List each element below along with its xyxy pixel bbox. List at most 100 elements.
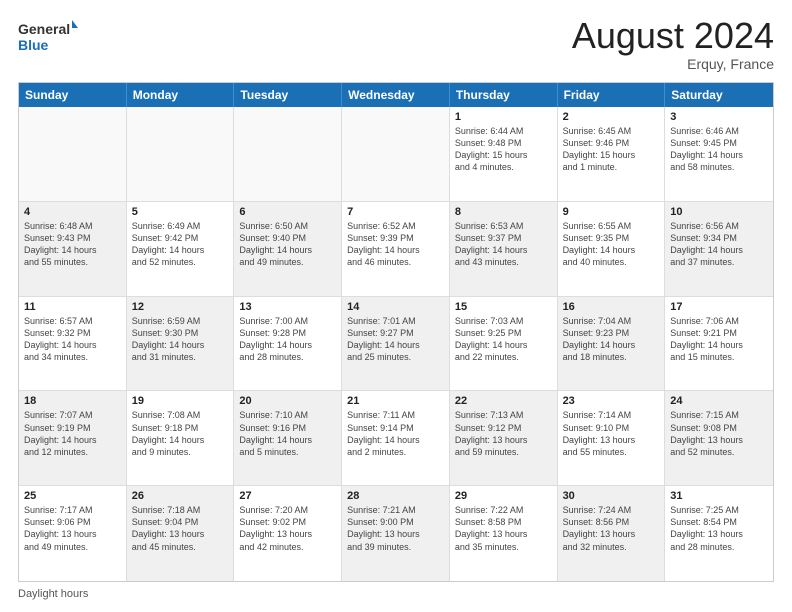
calendar-cell: 7 Sunrise: 6:52 AM Sunset: 9:39 PM Daylig… — [342, 202, 450, 296]
calendar-day-header: Friday — [558, 83, 666, 107]
day-number: 30 — [563, 490, 660, 502]
day-number: 20 — [239, 395, 336, 407]
calendar-cell — [19, 107, 127, 201]
day-number: 14 — [347, 301, 444, 313]
calendar-day-header: Saturday — [665, 83, 773, 107]
day-info: Sunrise: 6:52 AM Sunset: 9:39 PM Dayligh… — [347, 220, 444, 269]
day-info: Sunrise: 6:50 AM Sunset: 9:40 PM Dayligh… — [239, 220, 336, 269]
day-info: Sunrise: 6:45 AM Sunset: 9:46 PM Dayligh… — [563, 125, 660, 174]
day-info: Sunrise: 7:08 AM Sunset: 9:18 PM Dayligh… — [132, 409, 229, 458]
calendar-day-header: Tuesday — [234, 83, 342, 107]
calendar-week: 11 Sunrise: 6:57 AM Sunset: 9:32 PM Dayli… — [19, 297, 773, 392]
calendar-cell: 16 Sunrise: 7:04 AM Sunset: 9:23 PM Dayli… — [558, 297, 666, 391]
day-number: 10 — [670, 206, 768, 218]
day-number: 27 — [239, 490, 336, 502]
day-info: Sunrise: 7:10 AM Sunset: 9:16 PM Dayligh… — [239, 409, 336, 458]
day-number: 13 — [239, 301, 336, 313]
day-number: 16 — [563, 301, 660, 313]
day-info: Sunrise: 7:00 AM Sunset: 9:28 PM Dayligh… — [239, 315, 336, 364]
calendar-cell: 21 Sunrise: 7:11 AM Sunset: 9:14 PM Dayli… — [342, 391, 450, 485]
calendar-cell: 18 Sunrise: 7:07 AM Sunset: 9:19 PM Dayli… — [19, 391, 127, 485]
day-info: Sunrise: 7:01 AM Sunset: 9:27 PM Dayligh… — [347, 315, 444, 364]
calendar-week: 1 Sunrise: 6:44 AM Sunset: 9:48 PM Daylig… — [19, 107, 773, 202]
day-number: 19 — [132, 395, 229, 407]
day-info: Sunrise: 7:06 AM Sunset: 9:21 PM Dayligh… — [670, 315, 768, 364]
day-info: Sunrise: 7:04 AM Sunset: 9:23 PM Dayligh… — [563, 315, 660, 364]
day-number: 24 — [670, 395, 768, 407]
day-number: 5 — [132, 206, 229, 218]
day-number: 6 — [239, 206, 336, 218]
calendar-day-header: Sunday — [19, 83, 127, 107]
day-info: Sunrise: 7:13 AM Sunset: 9:12 PM Dayligh… — [455, 409, 552, 458]
calendar-cell: 1 Sunrise: 6:44 AM Sunset: 9:48 PM Daylig… — [450, 107, 558, 201]
day-info: Sunrise: 6:48 AM Sunset: 9:43 PM Dayligh… — [24, 220, 121, 269]
day-number: 12 — [132, 301, 229, 313]
day-number: 2 — [563, 111, 660, 123]
title-block: August 2024 Erquy, France — [572, 18, 774, 72]
day-number: 4 — [24, 206, 121, 218]
day-number: 15 — [455, 301, 552, 313]
calendar-cell: 29 Sunrise: 7:22 AM Sunset: 8:58 PM Dayli… — [450, 486, 558, 581]
day-info: Sunrise: 6:57 AM Sunset: 9:32 PM Dayligh… — [24, 315, 121, 364]
calendar-cell: 17 Sunrise: 7:06 AM Sunset: 9:21 PM Dayli… — [665, 297, 773, 391]
calendar-cell: 10 Sunrise: 6:56 AM Sunset: 9:34 PM Dayli… — [665, 202, 773, 296]
day-info: Sunrise: 7:24 AM Sunset: 8:56 PM Dayligh… — [563, 504, 660, 553]
calendar-day-header: Wednesday — [342, 83, 450, 107]
day-info: Sunrise: 7:22 AM Sunset: 8:58 PM Dayligh… — [455, 504, 552, 553]
calendar-day-header: Monday — [127, 83, 235, 107]
day-number: 1 — [455, 111, 552, 123]
calendar-cell: 8Sunrise: 6:53 AM Sunset: 9:37 PM Daylig… — [450, 202, 558, 296]
day-info: Sunrise: 7:17 AM Sunset: 9:06 PM Dayligh… — [24, 504, 121, 553]
day-number: 29 — [455, 490, 552, 502]
calendar: SundayMondayTuesdayWednesdayThursdayFrid… — [18, 82, 774, 582]
calendar-cell: 30 Sunrise: 7:24 AM Sunset: 8:56 PM Dayli… — [558, 486, 666, 581]
calendar-cell — [127, 107, 235, 201]
calendar-cell: 25 Sunrise: 7:17 AM Sunset: 9:06 PM Dayli… — [19, 486, 127, 581]
day-info: Sunrise: 6:46 AM Sunset: 9:45 PM Dayligh… — [670, 125, 768, 174]
calendar-cell: 26 Sunrise: 7:18 AM Sunset: 9:04 PM Dayli… — [127, 486, 235, 581]
day-info: Sunrise: 6:53 AM Sunset: 9:37 PM Dayligh… — [455, 220, 552, 269]
day-info: Sunrise: 6:59 AM Sunset: 9:30 PM Dayligh… — [132, 315, 229, 364]
calendar-day-header: Thursday — [450, 83, 558, 107]
day-number: 26 — [132, 490, 229, 502]
day-info: Sunrise: 7:11 AM Sunset: 9:14 PM Dayligh… — [347, 409, 444, 458]
calendar-cell: 2 Sunrise: 6:45 AM Sunset: 9:46 PM Daylig… — [558, 107, 666, 201]
day-number: 25 — [24, 490, 121, 502]
day-number: 21 — [347, 395, 444, 407]
day-info: Sunrise: 7:21 AM Sunset: 9:00 PM Dayligh… — [347, 504, 444, 553]
day-info: Sunrise: 7:25 AM Sunset: 8:54 PM Dayligh… — [670, 504, 768, 553]
calendar-cell — [342, 107, 450, 201]
day-number: 7 — [347, 206, 444, 218]
svg-text:General: General — [18, 21, 70, 37]
location: Erquy, France — [572, 56, 774, 72]
day-number: 3 — [670, 111, 768, 123]
calendar-cell: 28Sunrise: 7:21 AM Sunset: 9:00 PM Dayli… — [342, 486, 450, 581]
page-header: General Blue August 2024 Erquy, France — [18, 18, 774, 72]
day-info: Sunrise: 7:18 AM Sunset: 9:04 PM Dayligh… — [132, 504, 229, 553]
day-info: Sunrise: 7:14 AM Sunset: 9:10 PM Dayligh… — [563, 409, 660, 458]
calendar-week: 25 Sunrise: 7:17 AM Sunset: 9:06 PM Dayli… — [19, 486, 773, 581]
day-number: 22 — [455, 395, 552, 407]
day-info: Sunrise: 6:56 AM Sunset: 9:34 PM Dayligh… — [670, 220, 768, 269]
day-number: 31 — [670, 490, 768, 502]
day-info: Sunrise: 7:15 AM Sunset: 9:08 PM Dayligh… — [670, 409, 768, 458]
day-number: 11 — [24, 301, 121, 313]
calendar-header: SundayMondayTuesdayWednesdayThursdayFrid… — [19, 83, 773, 107]
calendar-cell: 19 Sunrise: 7:08 AM Sunset: 9:18 PM Dayli… — [127, 391, 235, 485]
calendar-cell: 3 Sunrise: 6:46 AM Sunset: 9:45 PM Daylig… — [665, 107, 773, 201]
calendar-cell: 15Sunrise: 7:03 AM Sunset: 9:25 PM Dayli… — [450, 297, 558, 391]
calendar-cell: 22 Sunrise: 7:13 AM Sunset: 9:12 PM Dayli… — [450, 391, 558, 485]
day-info: Sunrise: 7:07 AM Sunset: 9:19 PM Dayligh… — [24, 409, 121, 458]
day-info: Sunrise: 6:44 AM Sunset: 9:48 PM Dayligh… — [455, 125, 552, 174]
calendar-cell — [234, 107, 342, 201]
calendar-cell: 13 Sunrise: 7:00 AM Sunset: 9:28 PM Dayli… — [234, 297, 342, 391]
calendar-cell: 27Sunrise: 7:20 AM Sunset: 9:02 PM Dayli… — [234, 486, 342, 581]
svg-text:Blue: Blue — [18, 37, 49, 53]
calendar-cell: 31 Sunrise: 7:25 AM Sunset: 8:54 PM Dayli… — [665, 486, 773, 581]
footer: Daylight hours — [18, 588, 774, 600]
day-number: 18 — [24, 395, 121, 407]
calendar-body: 1 Sunrise: 6:44 AM Sunset: 9:48 PM Daylig… — [19, 107, 773, 581]
day-number: 17 — [670, 301, 768, 313]
calendar-cell: 20 Sunrise: 7:10 AM Sunset: 9:16 PM Dayli… — [234, 391, 342, 485]
day-number: 9 — [563, 206, 660, 218]
